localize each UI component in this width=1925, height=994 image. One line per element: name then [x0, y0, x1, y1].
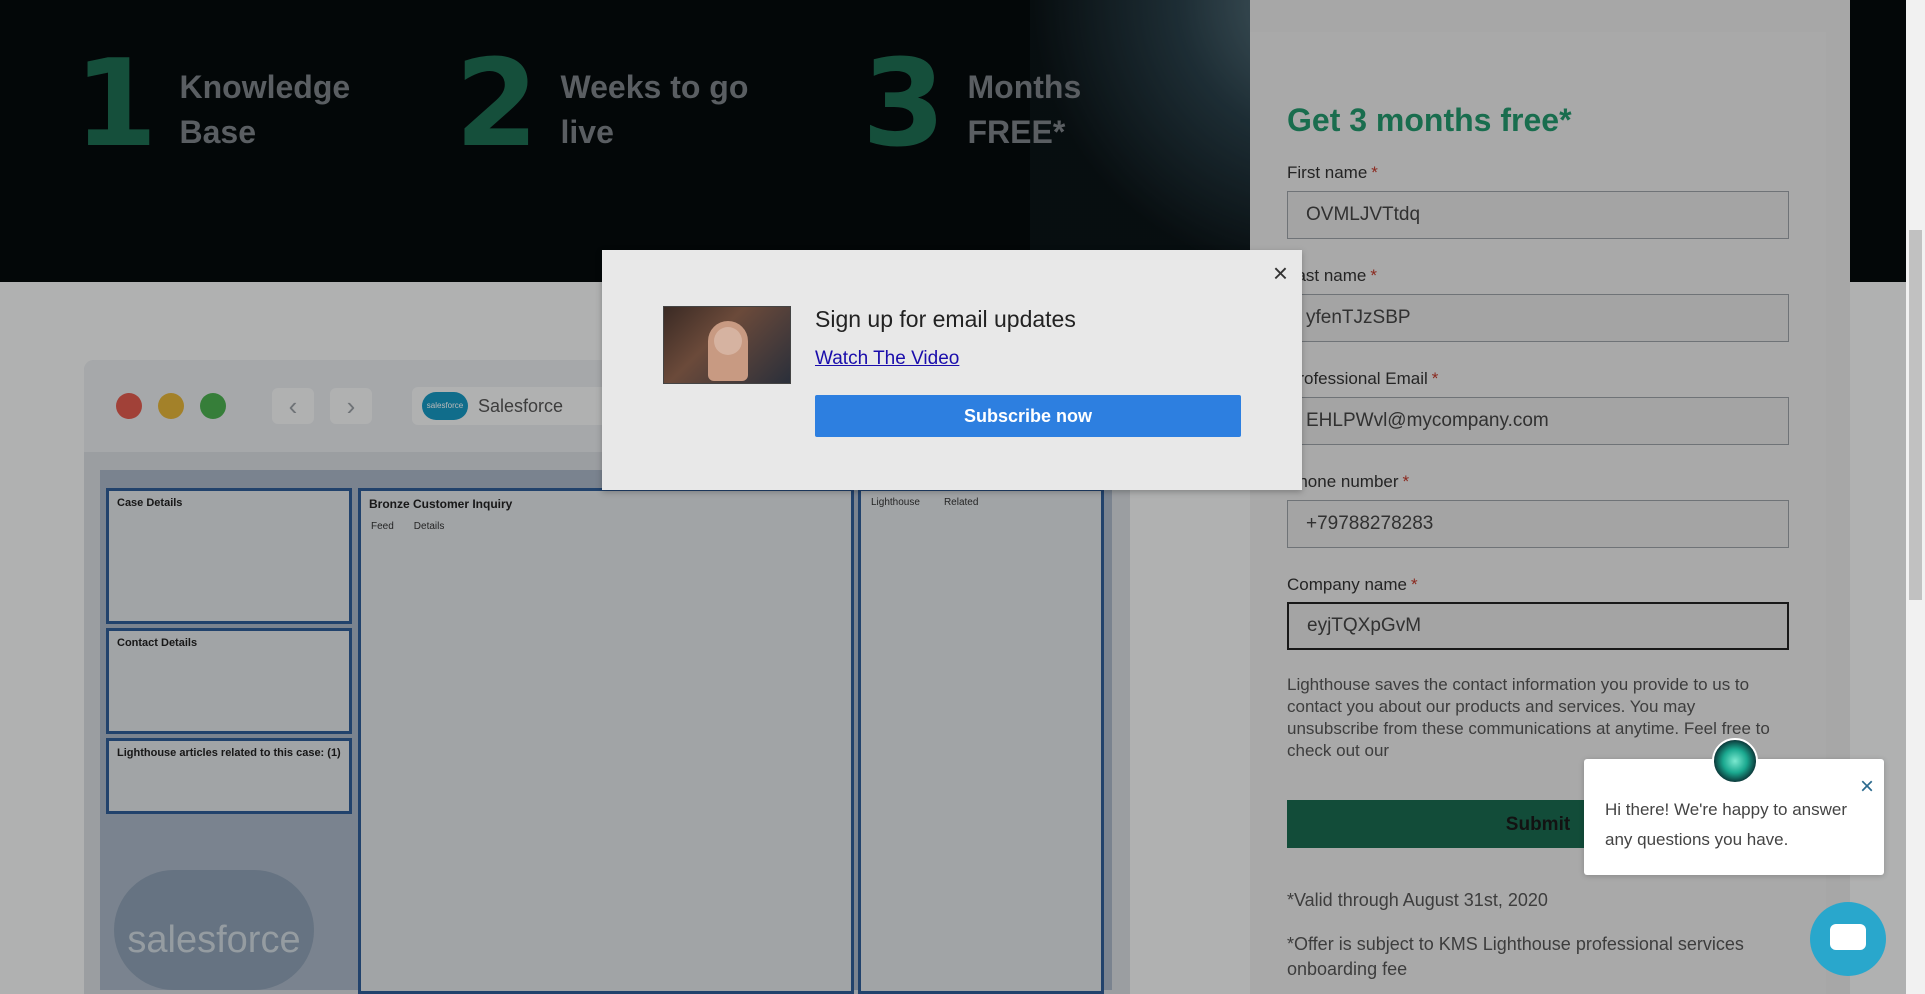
subscribe-button[interactable]: Subscribe now	[815, 395, 1241, 437]
chat-launcher-button[interactable]	[1810, 902, 1886, 976]
page-scrollbar[interactable]	[1906, 0, 1925, 994]
modal-title: Sign up for email updates	[815, 306, 1076, 332]
chat-bubble-icon	[1830, 924, 1866, 950]
watch-video-link[interactable]: Watch The Video	[815, 348, 959, 370]
close-icon[interactable]: ×	[1273, 258, 1288, 289]
chat-message: Hi there! We're happy to answer any ques…	[1605, 800, 1847, 849]
video-thumbnail[interactable]	[663, 306, 791, 384]
scrollbar-thumb[interactable]	[1909, 230, 1922, 600]
play-icon	[714, 327, 742, 355]
email-signup-modal: × Sign up for email updates Watch The Vi…	[602, 250, 1302, 490]
chat-avatar	[1712, 738, 1758, 784]
